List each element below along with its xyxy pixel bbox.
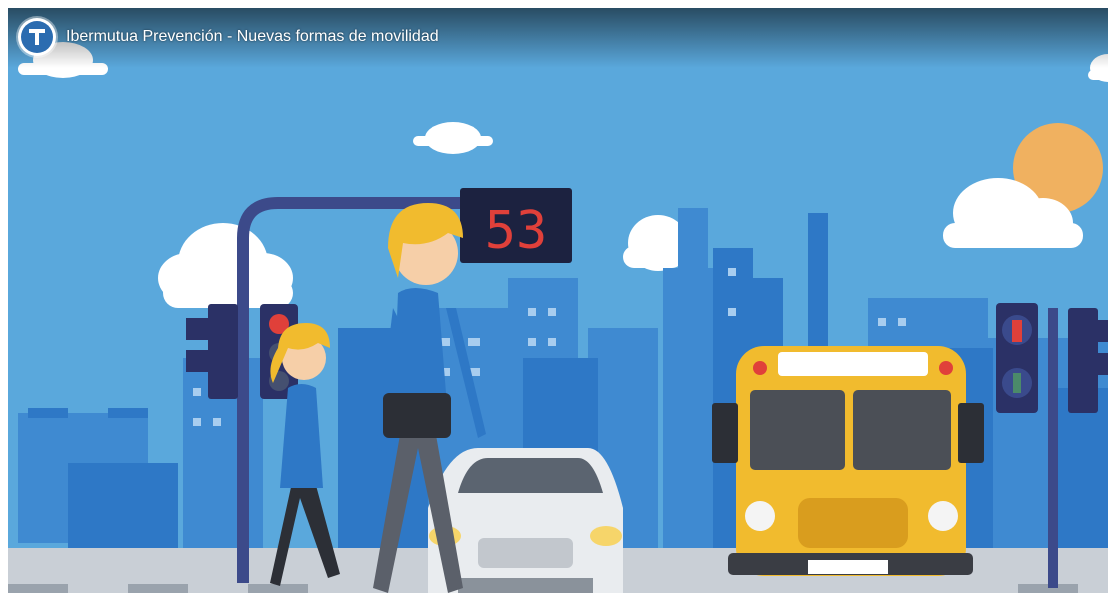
school-bus-icon <box>712 346 984 576</box>
countdown-display-icon: 53 <box>460 188 572 263</box>
video-player[interactable]: 53 Ibermutua Prevención - Nuevas formas … <box>8 8 1108 593</box>
video-title-bar: Ibermutua Prevención - Nuevas formas de … <box>8 8 1108 68</box>
video-title[interactable]: Ibermutua Prevención - Nuevas formas de … <box>66 28 439 46</box>
ibermutua-logo-icon[interactable] <box>18 18 56 56</box>
video-frame: 53 <box>8 8 1108 593</box>
countdown-digits: 53 <box>485 201 548 261</box>
